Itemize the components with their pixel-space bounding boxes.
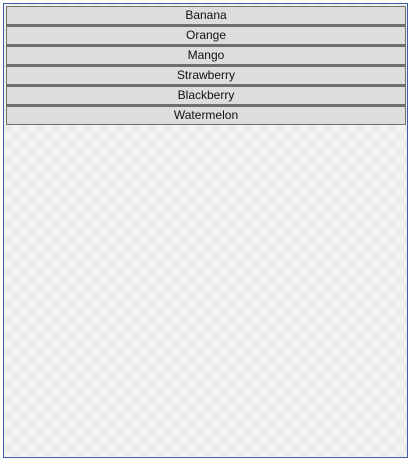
mango-button[interactable]: Mango <box>6 45 406 65</box>
fruit-button-stack: Banana Orange Mango Strawberry Blackberr… <box>6 6 406 125</box>
strawberry-button[interactable]: Strawberry <box>6 65 406 85</box>
banana-button[interactable]: Banana <box>6 6 406 25</box>
window-client-area: Banana Orange Mango Strawberry Blackberr… <box>3 3 408 458</box>
watermelon-button[interactable]: Watermelon <box>6 105 406 125</box>
orange-button[interactable]: Orange <box>6 25 406 45</box>
blackberry-button[interactable]: Blackberry <box>6 85 406 105</box>
